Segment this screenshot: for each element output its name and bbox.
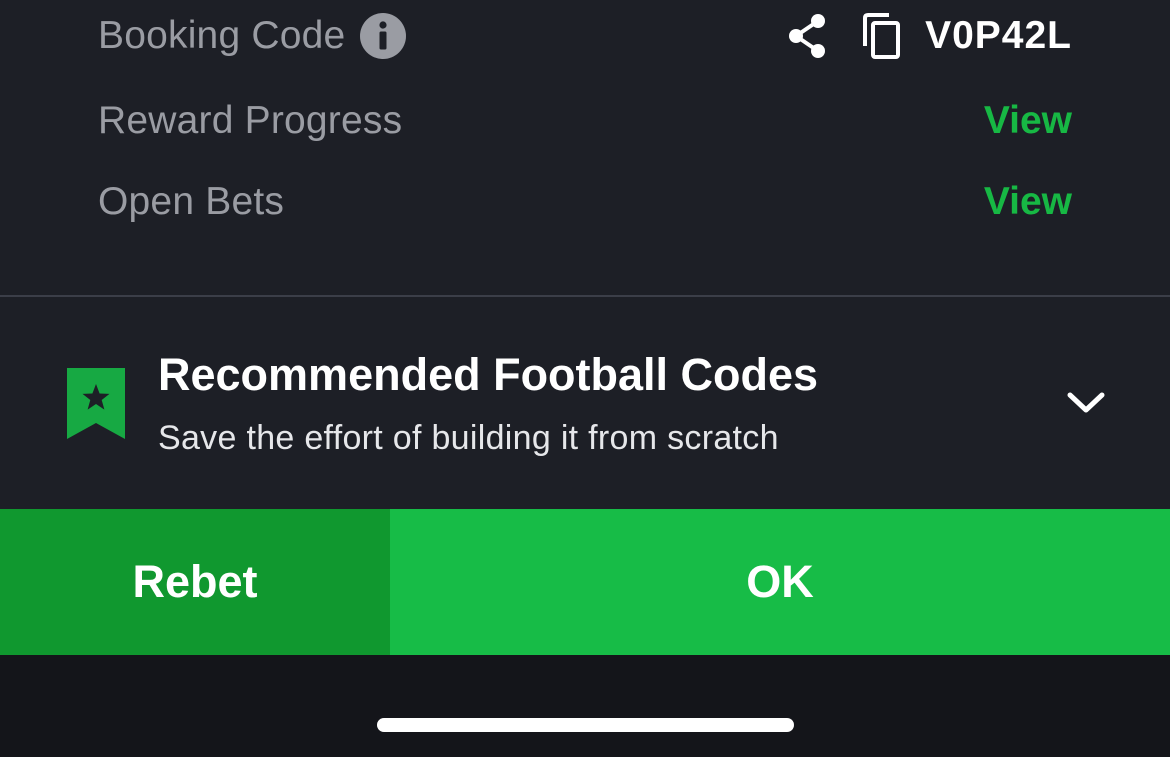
recommended-codes-title: Recommended Football Codes <box>158 349 819 400</box>
open-bets-row: Open Bets View <box>98 172 1072 232</box>
bet-confirmation-screen: Booking Code V0P42L Reward Progress View… <box>0 0 1170 757</box>
rebet-button[interactable]: Rebet <box>0 509 390 655</box>
open-bets-view-link[interactable]: View <box>984 180 1072 224</box>
share-icon[interactable] <box>785 12 829 60</box>
recommended-codes-panel[interactable]: Recommended Football Codes Save the effo… <box>0 297 1170 509</box>
reward-progress-view-link[interactable]: View <box>984 99 1072 143</box>
booking-code-label: Booking Code <box>98 14 346 57</box>
booking-code-actions: V0P42L <box>785 12 1072 60</box>
reward-progress-row: Reward Progress View <box>98 91 1072 151</box>
open-bets-label: Open Bets <box>98 180 285 223</box>
bottom-safe-area <box>0 655 1170 757</box>
chevron-down-icon[interactable] <box>1066 389 1106 417</box>
home-indicator[interactable] <box>377 718 794 732</box>
reward-progress-label: Reward Progress <box>98 99 403 142</box>
ok-button[interactable]: OK <box>390 509 1170 655</box>
action-buttons: Rebet OK <box>0 509 1170 655</box>
info-icon[interactable] <box>359 12 407 60</box>
booking-code-value[interactable]: V0P42L <box>925 14 1072 58</box>
recommended-codes-subtitle: Save the effort of building it from scra… <box>158 419 779 457</box>
bookmark-star-icon <box>66 367 126 441</box>
copy-icon[interactable] <box>859 12 903 60</box>
booking-code-row: Booking Code V0P42L <box>98 6 1072 66</box>
booking-code-label-group: Booking Code <box>98 12 407 60</box>
